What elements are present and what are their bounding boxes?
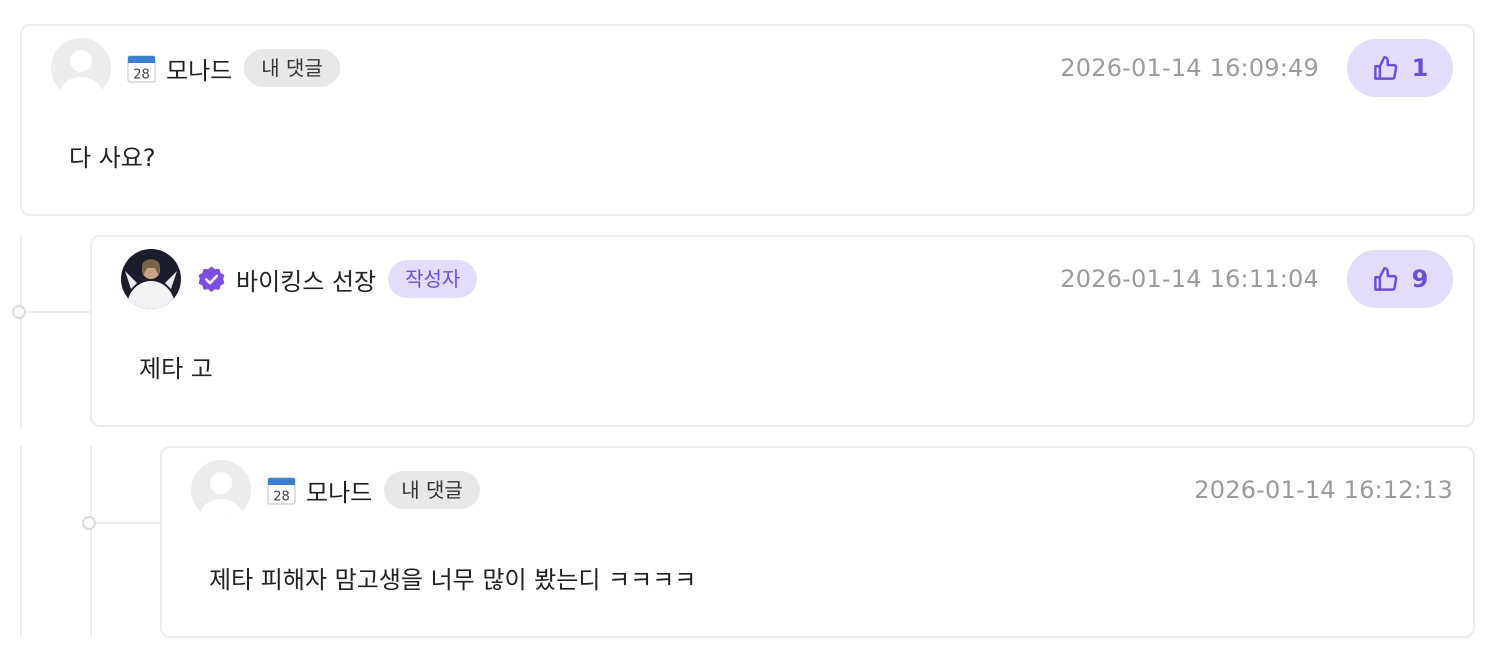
thread-node	[12, 305, 26, 319]
like-count: 1	[1411, 54, 1429, 82]
my-comment-badge: 내 댓글	[384, 471, 480, 509]
author-name[interactable]: 모나드	[166, 51, 232, 86]
comment-card: 바이킹스 선장 작성자 2026-01-14 16:11:04 9 제타 고	[90, 235, 1475, 427]
user-avatar[interactable]	[121, 249, 181, 309]
comment-header: 바이킹스 선장 작성자 2026-01-14 16:11:04 9	[121, 249, 1453, 309]
comment-header: 28 모나드 내 댓글 2026-01-14 16:12:13	[191, 460, 1453, 520]
comment-text: 제타 피해자 맘고생을 너무 많이 봤는디 ㅋㅋㅋㅋ	[209, 566, 697, 594]
like-button[interactable]: 1	[1347, 39, 1453, 97]
like-count: 9	[1411, 265, 1429, 293]
thread-line	[20, 235, 22, 429]
author-name[interactable]: 바이킹스 선장	[236, 262, 376, 297]
default-avatar[interactable]	[51, 38, 111, 98]
thread-line	[26, 311, 90, 313]
verified-check-icon	[198, 266, 225, 292]
my-comment-badge: 내 댓글	[244, 49, 340, 87]
thread-line	[20, 446, 22, 638]
thread-line	[96, 522, 160, 524]
thread-node	[82, 516, 96, 530]
comment-card: 28 모나드 내 댓글 2026-01-14 16:09:49 1 다 사요?	[20, 24, 1475, 216]
calendar-icon: 28	[127, 54, 156, 83]
comment-timestamp: 2026-01-14 16:12:13	[1194, 476, 1453, 504]
author-badge: 작성자	[388, 260, 478, 298]
thumbs-up-icon	[1373, 266, 1397, 291]
comment-text: 제타 고	[139, 355, 213, 383]
comment-timestamp: 2026-01-14 16:11:04	[1060, 265, 1319, 293]
comment-timestamp: 2026-01-14 16:09:49	[1060, 54, 1319, 82]
thumbs-up-icon	[1373, 55, 1397, 80]
default-avatar[interactable]	[191, 460, 251, 520]
thread-line	[90, 446, 92, 638]
comment-thread: 28 모나드 내 댓글 2026-01-14 16:09:49 1 다 사요?	[0, 0, 1486, 656]
comment-card: 28 모나드 내 댓글 2026-01-14 16:12:13 제타 피해자 맘…	[160, 446, 1475, 638]
calendar-day: 28	[133, 67, 150, 82]
calendar-day: 28	[273, 489, 290, 504]
author-name[interactable]: 모나드	[306, 473, 372, 508]
comment-text: 다 사요?	[69, 144, 156, 172]
comment-header: 28 모나드 내 댓글 2026-01-14 16:09:49 1	[51, 38, 1453, 98]
like-button[interactable]: 9	[1347, 250, 1453, 308]
calendar-icon: 28	[267, 476, 296, 505]
